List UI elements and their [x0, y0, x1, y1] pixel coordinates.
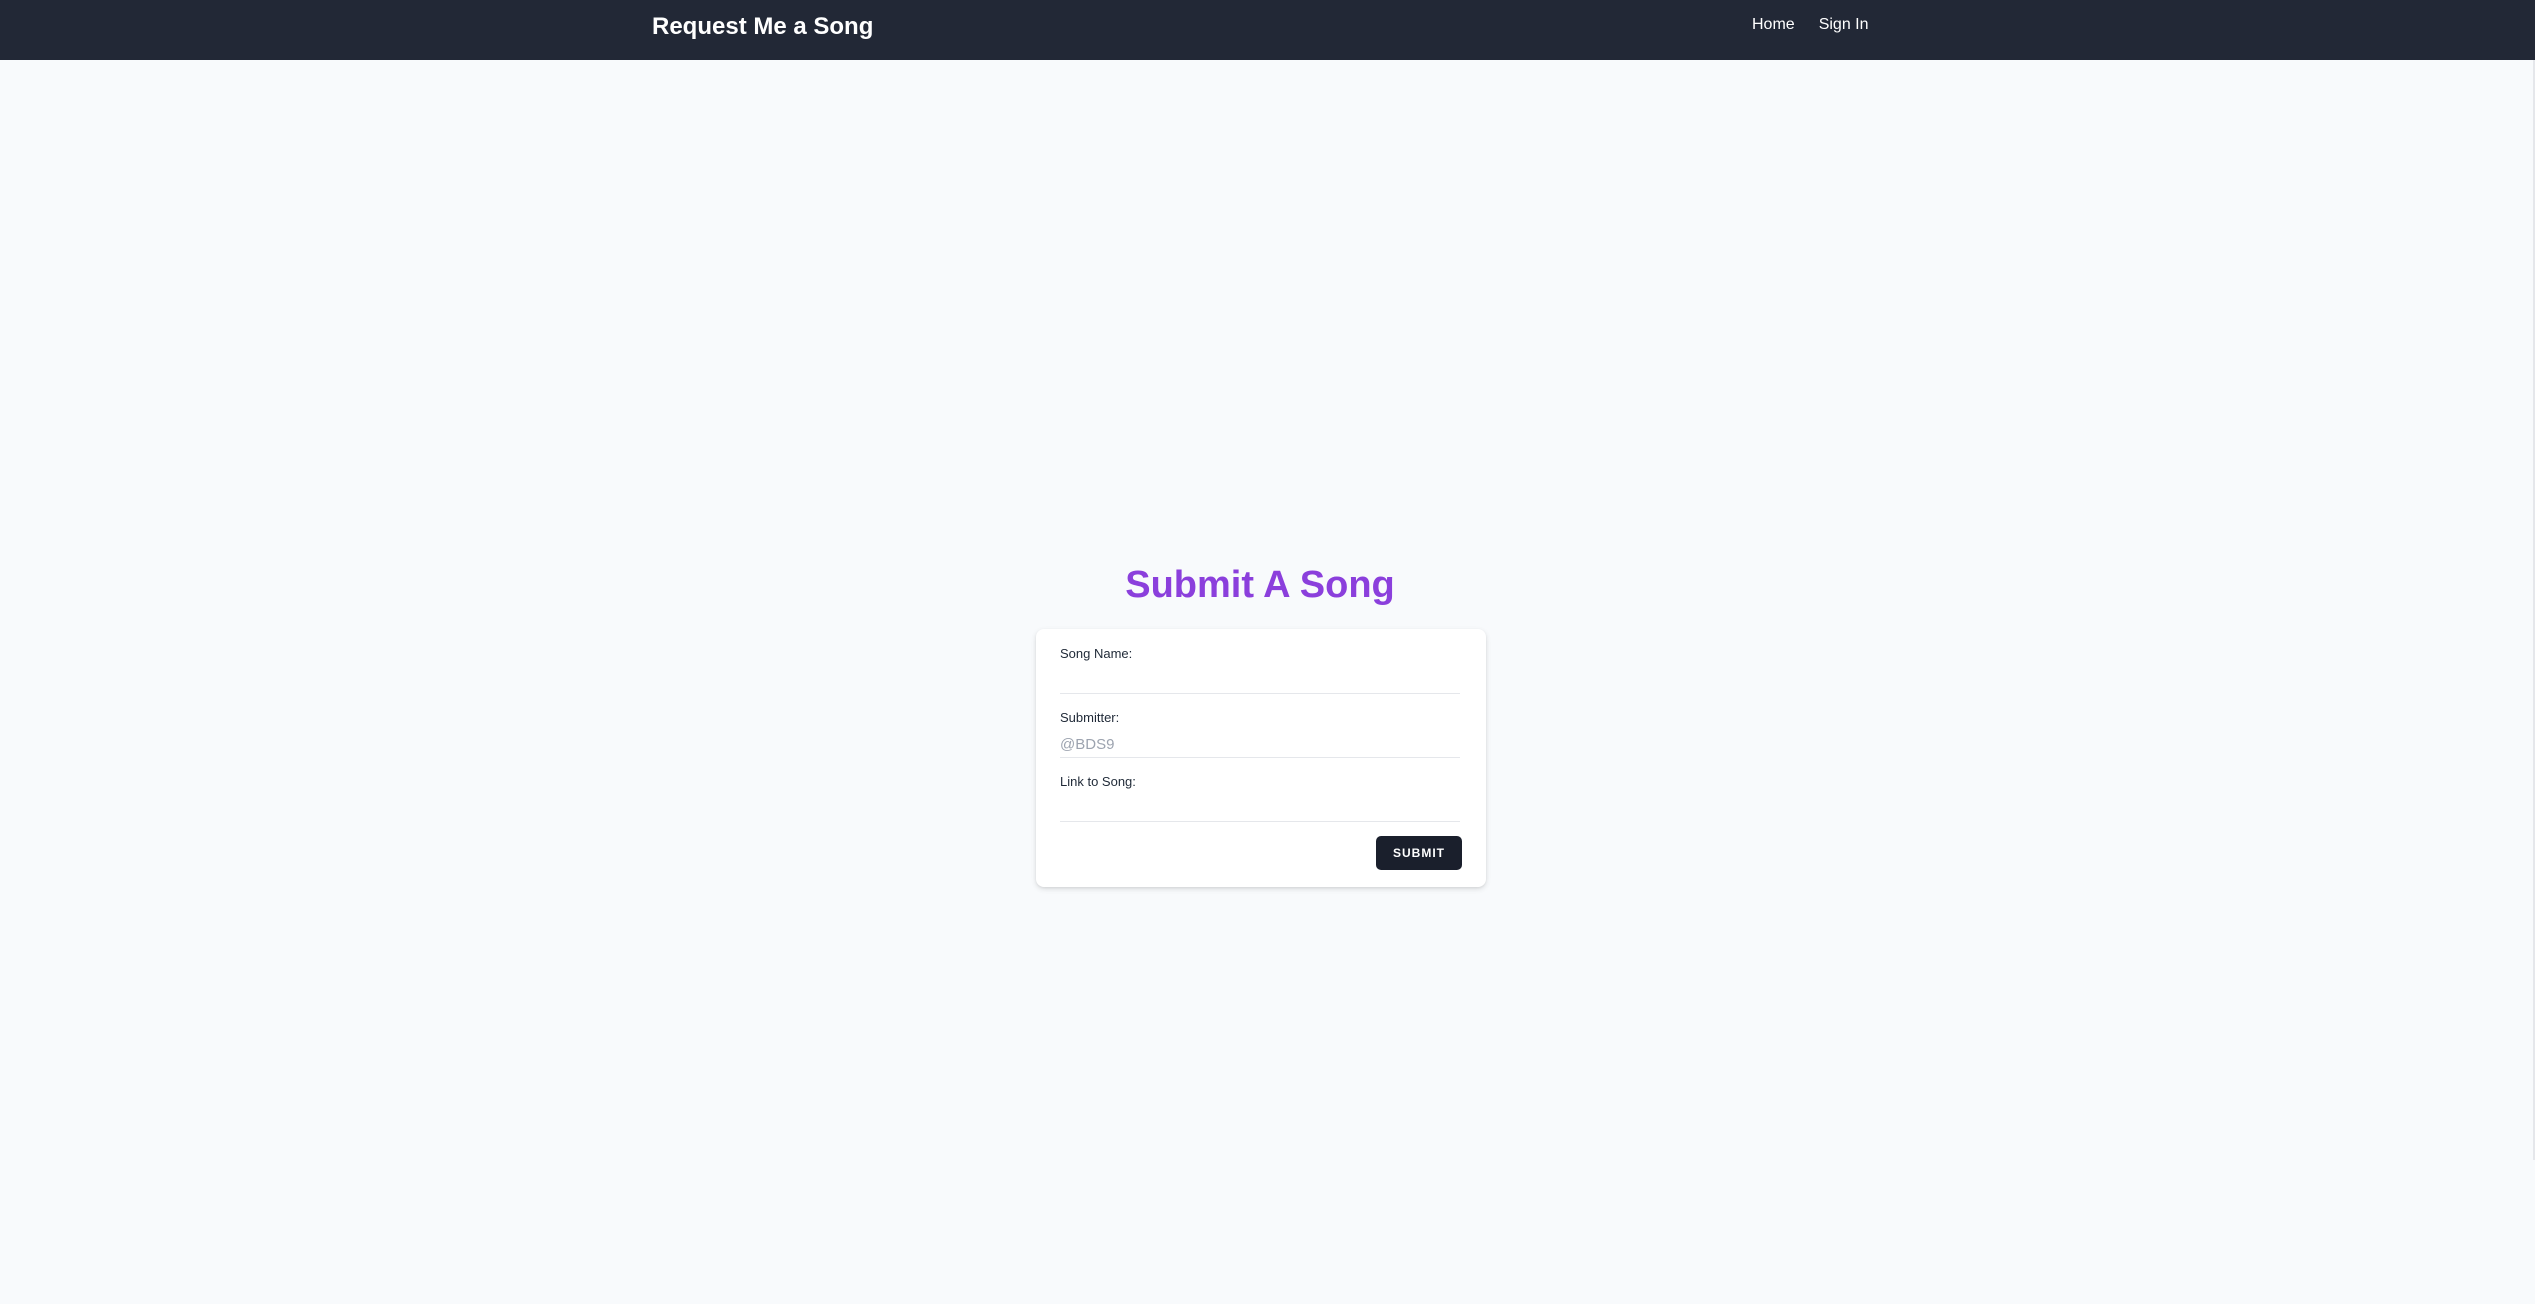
link-field: Link to Song: [1060, 774, 1496, 822]
submit-song-form: Song Name: Submitter: Link to Song: SUBM… [1036, 629, 1486, 887]
page-title: Submit A Song [1125, 564, 1395, 606]
nav-links: Home Sign In [1752, 14, 1869, 36]
submitter-field: Submitter: [1060, 710, 1496, 758]
submitter-input[interactable] [1060, 732, 1460, 758]
nav-home-link[interactable]: Home [1752, 14, 1795, 36]
song-name-field: Song Name: [1060, 646, 1496, 694]
submitter-label: Submitter: [1060, 710, 1120, 725]
brand-link[interactable]: Request Me a Song [652, 12, 873, 42]
song-name-label: Song Name: [1060, 646, 1133, 661]
song-name-input[interactable] [1060, 668, 1460, 694]
nav-sign-in-link[interactable]: Sign In [1819, 14, 1869, 36]
link-input[interactable] [1060, 796, 1460, 822]
submit-button[interactable]: SUBMIT [1376, 836, 1462, 870]
link-label: Link to Song: [1060, 774, 1136, 789]
top-navbar: Request Me a Song Home Sign In [0, 0, 2535, 60]
